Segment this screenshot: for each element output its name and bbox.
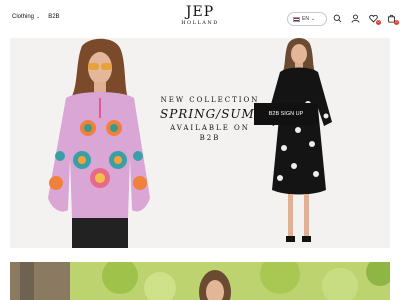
hero-headline: SPRING/SUMMER bbox=[160, 107, 288, 121]
chevron-down-icon: ⌄ bbox=[310, 16, 316, 22]
search-icon[interactable] bbox=[333, 14, 342, 23]
main-nav: Clothing ⌄ B2B bbox=[12, 14, 60, 20]
nav-clothing[interactable]: Clothing ⌄ bbox=[12, 14, 40, 20]
hero-banner: NEW COLLECTION SPRING/SUMMER AVAILABLE O… bbox=[10, 38, 390, 248]
nav-b2b-label: B2B bbox=[48, 14, 60, 20]
logo-sub-text: HOLLAND bbox=[181, 20, 219, 26]
language-selector[interactable]: EN ⌄ bbox=[287, 12, 327, 26]
site-header: Clothing ⌄ B2B JEP HOLLAND EN ⌄ 0 0 bbox=[0, 0, 400, 36]
site-logo[interactable]: JEP HOLLAND bbox=[178, 5, 222, 27]
us-flag-icon bbox=[293, 16, 300, 22]
wishlist-count-badge: 0 bbox=[376, 20, 381, 25]
chevron-down-icon: ⌄ bbox=[36, 14, 41, 20]
nav-b2b[interactable]: B2B bbox=[48, 14, 59, 20]
header-icons: 0 0 bbox=[333, 14, 399, 25]
foliage-background bbox=[10, 262, 390, 300]
wishlist-icon[interactable]: 0 bbox=[369, 14, 381, 25]
account-icon[interactable] bbox=[351, 14, 360, 23]
cart-icon[interactable]: 0 bbox=[387, 14, 399, 25]
nav-clothing-label: Clothing bbox=[12, 14, 35, 20]
cart-count-badge: 0 bbox=[394, 20, 399, 25]
secondary-banner-image bbox=[10, 262, 390, 300]
hero-subline: AVAILABLE ON B2B bbox=[170, 124, 250, 142]
hero-model-right-image bbox=[266, 38, 332, 242]
b2b-signup-button[interactable]: B2B SIGN UP bbox=[254, 103, 318, 125]
logo-main-text: JEP bbox=[185, 4, 215, 20]
hero-kicker: NEW COLLECTION bbox=[160, 96, 260, 104]
hero-text-block: NEW COLLECTION SPRING/SUMMER AVAILABLE O… bbox=[160, 95, 288, 143]
language-code: EN bbox=[302, 16, 309, 22]
hero-model-left-image bbox=[48, 38, 150, 248]
